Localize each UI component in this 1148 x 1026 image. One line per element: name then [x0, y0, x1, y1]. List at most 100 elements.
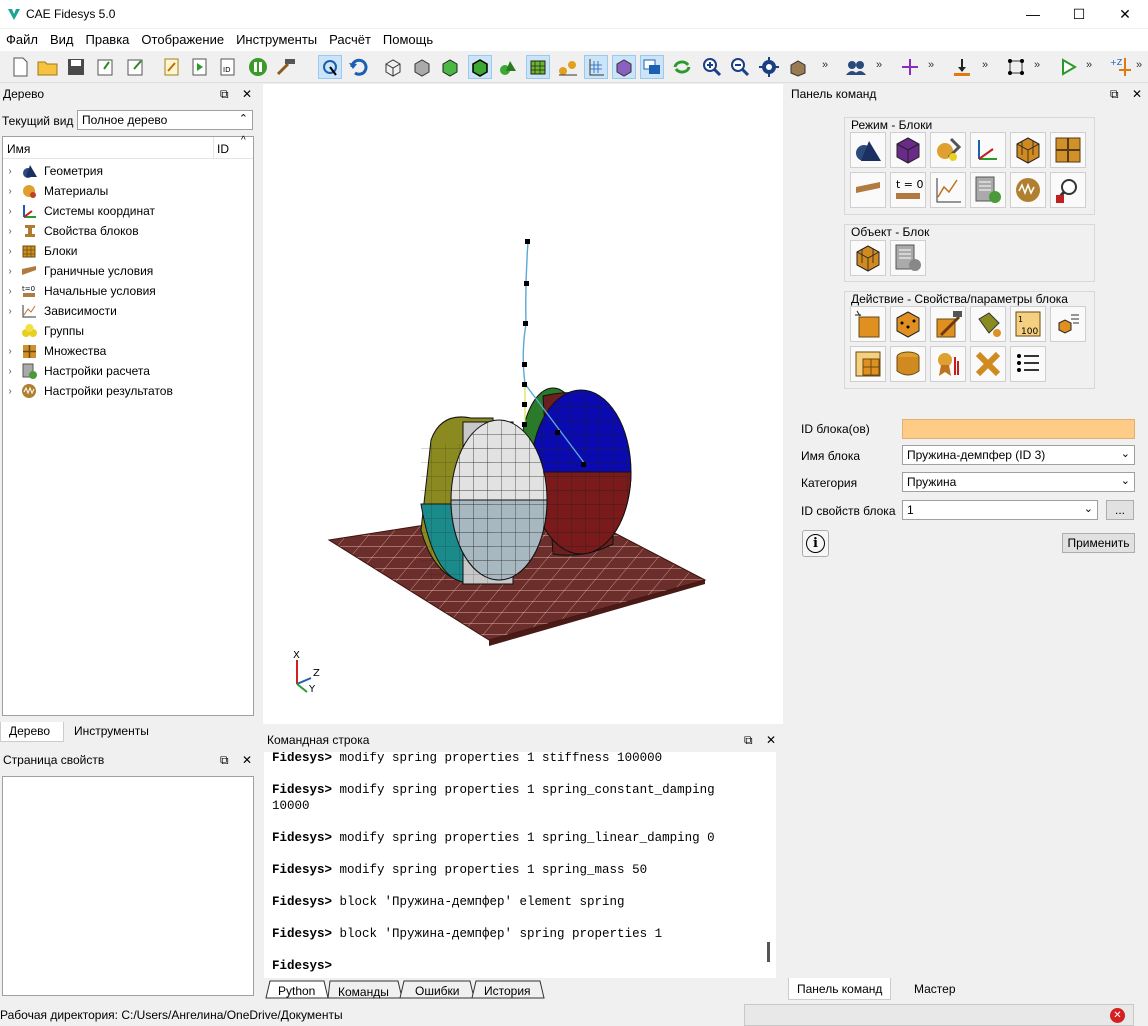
shaded-cube-icon[interactable] — [438, 55, 462, 79]
action-list-icon[interactable] — [1010, 346, 1046, 382]
load-arrow-icon[interactable] — [950, 55, 974, 79]
action-delete-block-icon[interactable] — [970, 346, 1006, 382]
refresh-icon[interactable] — [670, 55, 694, 79]
mode-analysis-icon[interactable] — [970, 172, 1006, 208]
expand-arrow-icon[interactable]: › — [3, 246, 17, 257]
tab-tools[interactable]: Инструменты — [66, 722, 157, 740]
zoom-out-icon[interactable] — [728, 55, 752, 79]
script-icon[interactable] — [160, 55, 184, 79]
mode-initial-icon[interactable]: t = 0 — [890, 172, 926, 208]
undock-icon[interactable]: ⧉ — [220, 87, 229, 102]
tree-item-coord-systems[interactable]: › Системы координат — [3, 201, 253, 221]
menu-view[interactable]: Вид — [44, 29, 80, 50]
object-calculator-icon[interactable] — [890, 240, 926, 276]
undock-icon[interactable]: ⧉ — [744, 733, 753, 748]
maximize-button[interactable]: ☐ — [1056, 0, 1102, 28]
close-dock-icon[interactable]: ✕ — [1132, 87, 1142, 101]
undo-icon[interactable] — [346, 55, 370, 79]
select-mode-icon[interactable] — [318, 55, 342, 79]
graphics-viewport[interactable]: X Z Y — [263, 84, 783, 724]
tree-item-sets[interactable]: › Множества — [3, 341, 253, 361]
mesh-cube-icon[interactable] — [526, 55, 550, 79]
toolbar-more-icon[interactable]: » — [822, 59, 828, 71]
mode-material-icon[interactable] — [930, 132, 966, 168]
hidden-line-cube-icon[interactable] — [410, 55, 434, 79]
export-icon[interactable] — [124, 55, 148, 79]
id-file-icon[interactable]: ID — [216, 55, 240, 79]
tab-history[interactable]: История — [476, 982, 539, 1000]
tab-wizard[interactable]: Мастер — [906, 980, 964, 998]
run-analysis-icon[interactable] — [1056, 55, 1080, 79]
mode-results-icon[interactable] — [1010, 172, 1046, 208]
expand-arrow-icon[interactable]: › — [3, 306, 17, 317]
perspective-cube-icon[interactable] — [612, 55, 636, 79]
action-add-block-icon[interactable] — [890, 306, 926, 342]
tree-item-analysis-settings[interactable]: › Настройки расчета — [3, 361, 253, 381]
fit-view-icon[interactable] — [757, 55, 781, 79]
action-numbering-icon[interactable]: 1 100 — [1010, 306, 1046, 342]
open-folder-icon[interactable] — [36, 55, 60, 79]
new-file-icon[interactable] — [8, 55, 32, 79]
nodes-icon[interactable] — [556, 55, 580, 79]
tree-item-dependencies[interactable]: › Зависимости — [3, 301, 253, 321]
current-view-select[interactable]: Полное дерево ⌃ — [77, 110, 253, 130]
box-view-icon[interactable] — [786, 55, 810, 79]
shaded-edges-cube-icon[interactable] — [468, 55, 492, 79]
action-modify-block-icon[interactable] — [930, 306, 966, 342]
users-icon[interactable] — [844, 55, 868, 79]
tab-errors[interactable]: Ошибки — [407, 982, 468, 1000]
toolbar-more-icon[interactable]: » — [876, 59, 882, 71]
mode-dependencies-icon[interactable] — [930, 172, 966, 208]
block-ids-input[interactable] — [902, 419, 1135, 439]
toolbar-more-icon[interactable]: » — [1136, 59, 1142, 71]
toolbar-more-icon[interactable]: » — [928, 59, 934, 71]
tree-item-block-properties[interactable]: › Свойства блоков — [3, 221, 253, 241]
expand-arrow-icon[interactable]: › — [3, 166, 17, 177]
tree-item-groups[interactable]: Группы — [3, 321, 253, 341]
action-split-block-icon[interactable] — [850, 346, 886, 382]
console-output[interactable]: Fidesys> modify spring properties 1 stif… — [264, 752, 776, 978]
tree-item-results-settings[interactable]: › Настройки результатов — [3, 381, 253, 401]
toolbar-more-icon[interactable]: » — [982, 59, 988, 71]
overlap-windows-icon[interactable] — [640, 55, 664, 79]
undock-icon[interactable]: ⧉ — [220, 753, 229, 768]
expand-arrow-icon[interactable]: › — [3, 346, 17, 357]
close-dock-icon[interactable]: ✕ — [766, 733, 776, 747]
category-select[interactable]: Пружина ⌄ — [902, 472, 1135, 492]
align-z-icon[interactable]: +Z — [1108, 55, 1132, 79]
browse-button[interactable]: ... — [1106, 500, 1134, 520]
crosshair-icon[interactable] — [898, 55, 922, 79]
tree-col-id[interactable]: ID — [217, 142, 229, 156]
close-dock-icon[interactable]: ✕ — [242, 753, 252, 767]
tab-python[interactable]: Python — [270, 982, 323, 1000]
expand-arrow-icon[interactable]: › — [3, 266, 17, 277]
tab-tree[interactable]: Дерево — [0, 722, 64, 742]
mode-search-icon[interactable] — [1050, 172, 1086, 208]
action-paint-block-icon[interactable] — [970, 306, 1006, 342]
tree-item-materials[interactable]: › Материалы — [3, 181, 253, 201]
expand-arrow-icon[interactable]: › — [3, 386, 17, 397]
block-name-select[interactable]: Пружина-демпфер (ID 3) ⌄ — [902, 445, 1135, 465]
action-cylinder-block-icon[interactable] — [890, 346, 926, 382]
mode-mesh-icon[interactable] — [890, 132, 926, 168]
tree-item-blocks[interactable]: › Блоки — [3, 241, 253, 261]
wireframe-cube-icon[interactable] — [381, 55, 405, 79]
expand-arrow-icon[interactable]: › — [3, 186, 17, 197]
run-script-icon[interactable] — [188, 55, 212, 79]
tree-item-initial-conditions[interactable]: › t=0 Начальные условия — [3, 281, 253, 301]
toolbar-more-icon[interactable]: » — [1034, 59, 1040, 71]
tree-item-geometry[interactable]: › Геометрия — [3, 161, 253, 181]
action-create-block-icon[interactable] — [850, 306, 886, 342]
tree-col-name[interactable]: Имя — [7, 142, 30, 156]
error-indicator-icon[interactable]: ✕ — [1110, 1008, 1125, 1023]
expand-arrow-icon[interactable]: › — [3, 366, 17, 377]
expand-arrow-icon[interactable]: › — [3, 226, 17, 237]
close-dock-icon[interactable]: ✕ — [242, 87, 252, 101]
toolbar-more-icon[interactable]: » — [1086, 59, 1092, 71]
expand-arrow-icon[interactable]: › — [3, 206, 17, 217]
dimension-frame-icon[interactable] — [1004, 55, 1028, 79]
zoom-in-icon[interactable] — [700, 55, 724, 79]
action-list-block-icon[interactable] — [1050, 306, 1086, 342]
tree-item-boundary-conditions[interactable]: › Граничные условия — [3, 261, 253, 281]
menu-analysis[interactable]: Расчёт — [323, 29, 377, 50]
